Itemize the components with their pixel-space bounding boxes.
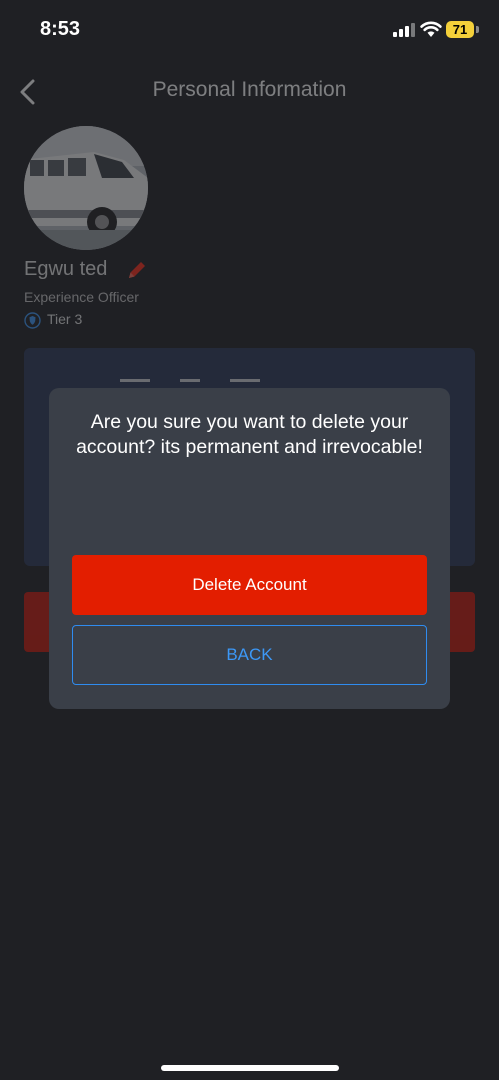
- delete-account-button[interactable]: Delete Account: [72, 555, 427, 615]
- home-indicator[interactable]: [161, 1065, 339, 1071]
- dialog-message: Are you sure you want to delete your acc…: [76, 411, 423, 458]
- tier-label: Tier 3: [47, 311, 83, 327]
- battery-icon: 71: [446, 21, 474, 38]
- wifi-icon: [420, 21, 442, 37]
- status-time: 8:53: [40, 18, 81, 40]
- shield-icon: [24, 312, 41, 329]
- user-role: Experience Officer: [24, 289, 139, 305]
- battery-level: 71: [452, 22, 468, 37]
- van-photo-icon: [24, 126, 148, 250]
- battery-tip: [476, 26, 479, 33]
- delete-account-dialog: Are you sure you want to delete your acc…: [49, 388, 450, 709]
- page-title: Personal Information: [152, 78, 347, 101]
- status-bar: 8:53 71: [0, 0, 499, 60]
- signal-icon: [393, 23, 415, 37]
- pencil-icon[interactable]: [125, 258, 149, 282]
- avatar[interactable]: [24, 126, 148, 250]
- back-button[interactable]: BACK: [72, 625, 427, 685]
- obscured-card-text: [120, 379, 260, 382]
- user-name: Egwu ted: [24, 258, 108, 280]
- screen: 8:53 71 Personal Information Egwu ted Ex…: [0, 0, 499, 1080]
